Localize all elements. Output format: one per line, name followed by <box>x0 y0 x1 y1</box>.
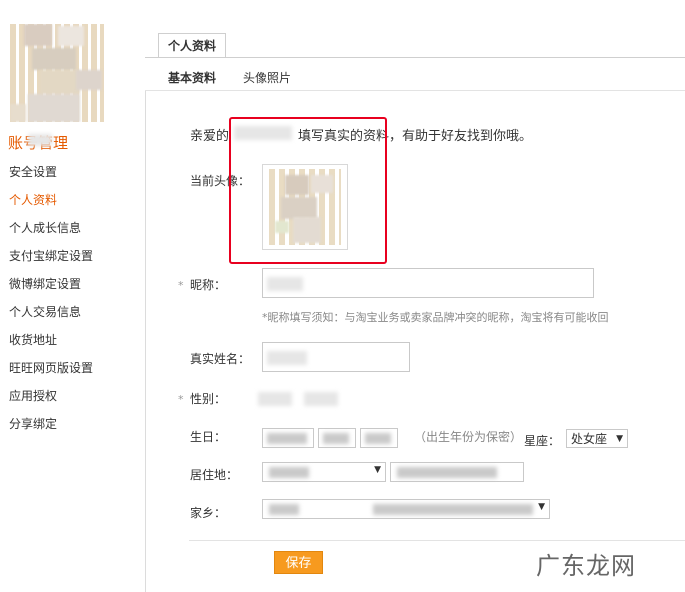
redacted-block <box>28 134 52 146</box>
birthday-day-select[interactable] <box>360 428 398 448</box>
tab-divider <box>145 57 685 58</box>
birthday-label: 生日： <box>190 430 227 444</box>
profile-avatar <box>10 24 104 122</box>
realname-label: 真实姓名： <box>190 352 251 366</box>
sidebar-divider <box>145 90 146 592</box>
required-mark: * <box>178 279 184 292</box>
sidebar-item-profile[interactable]: 个人资料 <box>9 191 57 208</box>
birthday-year-select[interactable] <box>262 428 314 448</box>
form-divider <box>189 540 685 541</box>
sidebar-item-alipay[interactable]: 支付宝绑定设置 <box>9 247 93 264</box>
nickname-label: 昵称： <box>190 278 227 292</box>
subtab-basic-info[interactable]: 基本资料 <box>168 69 216 86</box>
save-button[interactable]: 保存 <box>274 551 323 574</box>
avatar-highlight-box <box>229 117 387 264</box>
sidebar-item-weibo[interactable]: 微博绑定设置 <box>9 275 81 292</box>
sidebar-item-growth[interactable]: 个人成长信息 <box>9 219 81 236</box>
gender-label: 性别： <box>190 392 227 406</box>
chevron-down-icon: ▼ <box>374 465 381 475</box>
zodiac-label: 星座： <box>524 434 561 448</box>
gender-option-redacted[interactable] <box>258 392 292 406</box>
sidebar-item-wangwang[interactable]: 旺旺网页版设置 <box>9 359 93 376</box>
hometown-label: 家乡： <box>190 506 227 520</box>
sidebar-item-address[interactable]: 收货地址 <box>9 331 57 348</box>
birthday-note: （出生年份为保密） <box>414 430 523 444</box>
gender-option-redacted[interactable] <box>304 392 338 406</box>
sidebar-item-security[interactable]: 安全设置 <box>9 163 57 180</box>
subtab-divider <box>145 90 685 91</box>
residence-city-select[interactable] <box>390 462 524 482</box>
sidebar-item-app-auth[interactable]: 应用授权 <box>9 387 57 404</box>
sidebar-item-share[interactable]: 分享绑定 <box>9 415 57 432</box>
zodiac-select[interactable]: 处女座 ▼ <box>566 429 628 448</box>
required-mark: * <box>178 393 184 406</box>
intro-prefix: 亲爱的 <box>190 129 230 144</box>
watermark-text: 广东龙网 <box>536 552 636 580</box>
nickname-input[interactable] <box>262 268 594 298</box>
residence-label: 居住地： <box>190 468 239 482</box>
residence-province-select[interactable]: ▼ <box>262 462 386 482</box>
tab-profile[interactable]: 个人资料 <box>158 33 226 58</box>
zodiac-value: 处女座 <box>571 432 608 446</box>
realname-input[interactable] <box>262 342 410 372</box>
chevron-down-icon: ▼ <box>538 502 545 512</box>
birthday-month-select[interactable] <box>318 428 356 448</box>
chevron-down-icon: ▼ <box>616 434 623 444</box>
hometown-select[interactable]: ▼ <box>262 499 550 519</box>
subtab-avatar-photo[interactable]: 头像照片 <box>243 69 291 86</box>
sidebar-item-trade[interactable]: 个人交易信息 <box>9 303 81 320</box>
nickname-hint: *昵称填写须知：与淘宝业务或卖家品牌冲突的昵称，淘宝将有可能收回 <box>262 311 609 324</box>
